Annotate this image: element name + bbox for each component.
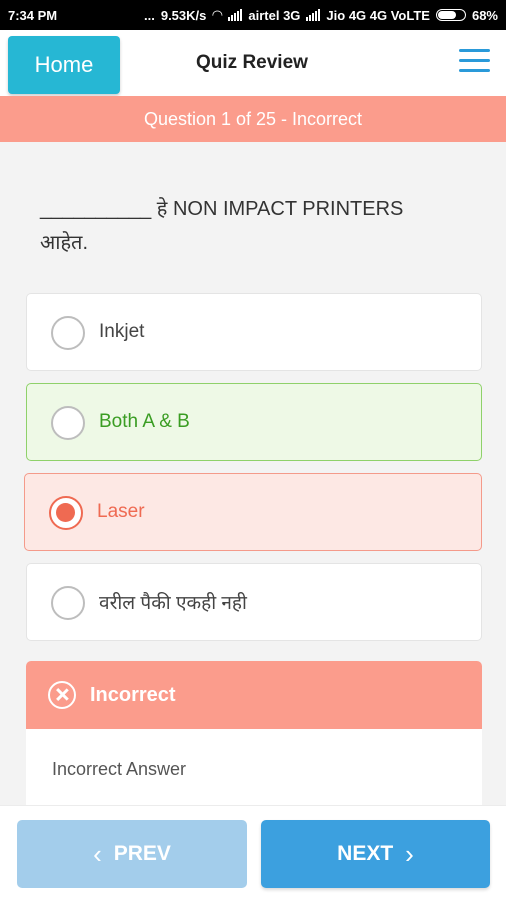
chevron-left-icon: ‹ — [93, 839, 102, 869]
radio-icon[interactable] — [51, 316, 85, 350]
carrier-1: airtel 3G — [248, 7, 301, 23]
prev-button[interactable]: ‹ PREV — [17, 820, 247, 888]
chevron-right-icon: › — [405, 839, 414, 869]
question-text: __________ हे NON IMPACT PRINTERS आहेत. — [40, 192, 460, 260]
next-label: NEXT — [337, 842, 394, 865]
network-speed: 9.53K/s — [160, 7, 207, 23]
status-bar: 7:34 PM ... 9.53K/s ◠ airtel 3G Jio 4G 4… — [0, 0, 506, 30]
result-message: Incorrect Answer — [52, 759, 187, 779]
option-3-selected-wrong[interactable]: Laser — [24, 473, 482, 551]
radio-selected-icon[interactable] — [49, 496, 83, 530]
page-title: Quiz Review — [196, 52, 308, 73]
result-header: Incorrect — [26, 661, 482, 729]
radio-icon[interactable] — [51, 406, 85, 440]
option-label: Inkjet — [99, 321, 145, 342]
close-circle-icon — [48, 681, 76, 709]
next-button[interactable]: NEXT › — [261, 820, 490, 888]
footer-nav: ‹ PREV NEXT › — [0, 805, 506, 900]
status-dots: ... — [144, 7, 155, 23]
home-button[interactable]: Home — [8, 36, 120, 94]
battery-icon — [435, 9, 466, 21]
option-label: वरील पैकी एकही नही — [99, 593, 247, 614]
status-time: 7:34 PM — [8, 7, 58, 23]
hamburger-menu-icon[interactable] — [459, 49, 490, 73]
status-right: ... 9.53K/s ◠ airtel 3G Jio 4G 4G VoLTE … — [144, 7, 498, 23]
question-line-1: __________ हे NON IMPACT PRINTERS — [40, 198, 404, 220]
option-4[interactable]: वरील पैकी एकही नही — [26, 563, 482, 641]
option-label: Laser — [97, 501, 145, 522]
wifi-icon: ◠ — [212, 7, 223, 22]
signal-icon — [228, 9, 243, 21]
battery-level: 68% — [471, 7, 498, 23]
signal-icon — [306, 9, 321, 21]
option-2-correct[interactable]: Both A & B — [26, 383, 482, 461]
app-header: Home Quiz Review — [0, 30, 506, 96]
question-status-banner: Question 1 of 25 - Incorrect — [0, 96, 506, 142]
question-line-2: आहेत. — [40, 232, 89, 254]
radio-icon[interactable] — [51, 586, 85, 620]
result-card: Incorrect Incorrect Answer — [26, 661, 482, 811]
result-title: Incorrect — [90, 683, 176, 706]
option-1[interactable]: Inkjet — [26, 293, 482, 371]
prev-label: PREV — [113, 842, 171, 865]
option-label: Both A & B — [99, 411, 190, 432]
carrier-2: Jio 4G 4G VoLTE — [326, 7, 430, 23]
